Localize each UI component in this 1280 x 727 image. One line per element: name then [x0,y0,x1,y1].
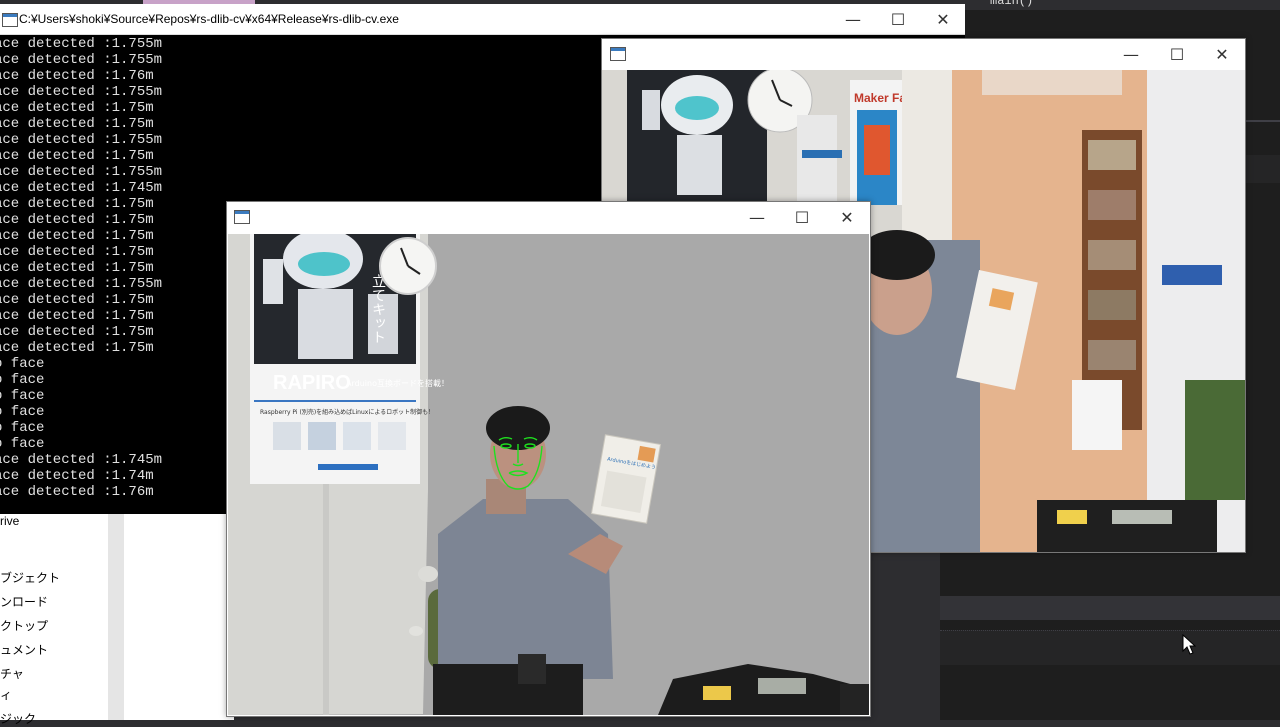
maximize-button[interactable]: ☐ [1162,39,1192,69]
close-button[interactable]: ✕ [1207,39,1237,69]
ide-code-text: main() [990,0,1034,8]
console-line: ace detected :1.755m [0,36,163,52]
explorer-item[interactable]: ィ [0,686,12,703]
poster-kanji: 立てキット [370,274,386,344]
maximize-button[interactable]: ☐ [787,202,817,232]
poster-brand: RAPIRO [273,372,351,394]
console-line: ace detected :1.76m [0,68,154,84]
explorer-content-pane [124,510,234,720]
explorer-item[interactable]: ュメント [0,641,48,658]
mouse-cursor-icon [1182,634,1196,655]
console-line: ace detected :1.75m [0,116,154,132]
depth-window-title-bar[interactable]: — ☐ ✕ [227,202,870,232]
maximize-button[interactable]: ☐ [883,4,913,34]
ide-output-row [940,630,1280,665]
explorer-item[interactable]: rive [0,514,19,528]
window-app-icon [234,210,250,224]
console-title-bar[interactable]: C:¥Users¥shoki¥Source¥Repos¥rs-dlib-cv¥x… [0,4,965,35]
close-button[interactable]: ✕ [928,4,958,34]
minimize-button[interactable]: — [1116,39,1146,69]
console-app-icon [2,13,18,27]
console-line: ace detected :1.755m [0,84,163,100]
ide-status-row [940,596,1280,620]
depth-scene: 立てキット RAPIRO Arduino互換ボードを搭載！ Raspberry … [228,234,869,715]
poster-line: Raspberry Pi (別売)を組み込めばLinuxによるロボット制御も！ [260,408,434,416]
explorer-item[interactable]: クトップ [0,617,48,634]
ide-panel [1244,155,1280,183]
window-app-icon [610,47,626,61]
explorer-item[interactable]: ジック [0,710,36,727]
console-line: ace detected :1.755m [0,164,163,180]
console-line: ace detected :1.75m [0,148,154,164]
console-line: ace detected :1.755m [0,132,163,148]
minimize-button[interactable]: — [742,202,772,232]
console-line: ace detected :1.75m [0,100,154,116]
color-window-title-bar[interactable]: — ☐ ✕ [602,39,1245,69]
console-title: C:¥Users¥shoki¥Source¥Repos¥rs-dlib-cv¥x… [19,12,399,26]
console-line: ace detected :1.755m [0,52,163,68]
ide-divider [1244,120,1280,122]
explorer-item[interactable]: ブジェクト [0,569,60,586]
explorer-item[interactable]: チャ [0,665,24,682]
file-explorer-nav: rive ブジェクト ンロード クトップ ュメント チャ ィ ジック [0,510,108,726]
console-line: ace detected :1.745m [0,180,163,196]
depth-camera-window: — ☐ ✕ 立てキット RAPIRO Arduino互換ボードを搭載！ Rasp… [226,201,871,717]
depth-filtered-image: 立てキット RAPIRO Arduino互換ボードを搭載！ Raspberry … [228,234,869,715]
explorer-item[interactable]: ンロード [0,593,48,610]
close-button[interactable]: ✕ [832,202,862,232]
poster-subtitle: Arduino互換ボードを搭載！ [346,378,449,388]
explorer-scrollbar[interactable] [108,510,124,720]
minimize-button[interactable]: — [838,4,868,34]
